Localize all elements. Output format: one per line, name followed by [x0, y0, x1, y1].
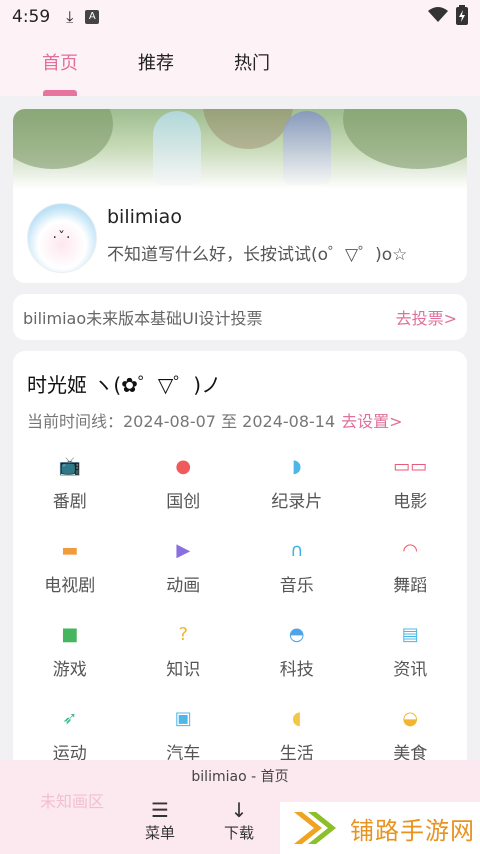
timeline-title: 时光姬 ヽ(✿゜▽゜)ノ	[27, 373, 222, 397]
watermark-logo-icon	[292, 808, 338, 848]
download-button[interactable]: ↓ 下载	[209, 798, 269, 843]
creeper-icon: ■	[61, 623, 79, 645]
whale-icon: ◗	[292, 455, 302, 477]
username: bilimiao	[107, 206, 182, 228]
duck-icon: ◖	[292, 707, 302, 729]
category-item[interactable]: 📺 番剧	[13, 447, 127, 517]
arrow-down-icon: ↓	[230, 798, 248, 822]
category-label: 知识	[166, 660, 201, 680]
play-icon: ▶	[176, 539, 191, 561]
download-label: 下载	[223, 824, 254, 842]
category-item[interactable]: ▭▭ 电影	[354, 447, 468, 517]
category-label: 番剧	[52, 492, 87, 512]
bottom-title: bilimiao - 首页	[191, 769, 289, 785]
tab-recommend[interactable]: 推荐	[108, 34, 204, 96]
category-item[interactable]: ∩ 音乐	[240, 531, 354, 601]
category-item[interactable]: ◒ 美食	[354, 699, 468, 769]
category-item[interactable]: ▤ 资讯	[354, 615, 468, 685]
category-item[interactable]: ◠ 舞蹈	[354, 531, 468, 601]
faded-label: 未知画区	[40, 792, 105, 811]
timeline-range-label: 当前时间线：2024-08-07 至 2024-08-14	[27, 412, 336, 431]
fan-icon: ◠	[402, 539, 419, 561]
category-label: 国创	[166, 492, 201, 512]
runner-icon: ➶	[62, 707, 78, 729]
category-label: 资讯	[393, 660, 428, 680]
tab-home[interactable]: 首页	[12, 34, 108, 96]
watermark: 铺路手游网	[280, 802, 480, 854]
timeline-set-link[interactable]: 去设置>	[341, 412, 402, 431]
ufo-icon: ◓	[288, 623, 305, 645]
sofa-icon: ▬	[61, 539, 79, 561]
car-icon: ▣	[174, 707, 192, 729]
top-tabs: 首页 推荐 热门	[0, 34, 480, 96]
battery-icon	[456, 4, 468, 30]
menu-label: 菜单	[144, 824, 175, 842]
menu-icon: ☰	[151, 798, 169, 822]
category-item[interactable]: ● 国创	[127, 447, 241, 517]
a-notification-icon: A	[85, 10, 100, 24]
menu-button[interactable]: ☰ 菜单	[130, 798, 190, 843]
download-icon: ⤓	[66, 7, 74, 26]
category-label: 电视剧	[44, 576, 96, 596]
category-label: 游戏	[52, 660, 87, 680]
category-item[interactable]: ▶ 动画	[127, 531, 241, 601]
category-label: 音乐	[279, 576, 314, 596]
category-item[interactable]: ▬ 电视剧	[13, 531, 127, 601]
newspaper-icon: ▤	[401, 623, 419, 645]
wifi-icon	[428, 6, 448, 28]
vote-link[interactable]: 去投票>	[396, 305, 457, 329]
headphones-icon: ∩	[290, 539, 304, 561]
peach-icon: ●	[175, 455, 192, 477]
3d-glasses-icon: ▭▭	[393, 455, 428, 477]
category-item[interactable]: ◓ 科技	[240, 615, 354, 685]
category-label: 纪录片	[271, 492, 323, 512]
watermark-text: 铺路手游网	[350, 816, 475, 845]
status-bar: 4:59 ⤓ A	[0, 0, 480, 34]
signature: 不知道写什么好，长按试试(o゜▽゜)o☆	[107, 245, 408, 265]
category-label: 动画	[166, 576, 201, 596]
lightbulb-icon: ?	[178, 623, 189, 645]
category-label: 电影	[393, 492, 428, 512]
avatar[interactable]: ·ˇ·	[27, 203, 97, 273]
vote-text: bilimiao未来版本基础UI设计投票	[23, 309, 263, 328]
category-item[interactable]: ? 知识	[127, 615, 241, 685]
food-icon: ◒	[402, 707, 419, 729]
tv-icon: 📺	[58, 455, 81, 477]
category-item[interactable]: ▣ 汽车	[127, 699, 241, 769]
vote-banner[interactable]: bilimiao未来版本基础UI设计投票 去投票>	[13, 294, 467, 340]
category-item[interactable]: ◖ 生活	[240, 699, 354, 769]
timeline-card: 时光姬 ヽ(✿゜▽゜)ノ 当前时间线：2024-08-07 至 2024-08-…	[13, 351, 467, 771]
category-label: 舞蹈	[393, 576, 428, 596]
timeline-range: 当前时间线：2024-08-07 至 2024-08-14 去设置>	[27, 408, 403, 432]
category-item[interactable]: ◗ 纪录片	[240, 447, 354, 517]
category-label: 科技	[279, 660, 314, 680]
category-item[interactable]: ■ 游戏	[13, 615, 127, 685]
status-time: 4:59	[12, 7, 51, 27]
category-grid: 📺 番剧 ● 国创 ◗ 纪录片 ▭▭ 电影 ▬ 电视剧 ▶ 动画 ∩ 音乐 ◠ 舞蹈 ■ 游戏? 知识 ◓ 科技 ▤ 资讯 ➶…	[13, 447, 467, 769]
tab-popular[interactable]: 热门	[204, 34, 300, 96]
category-item[interactable]: ➶ 运动	[13, 699, 127, 769]
profile-card[interactable]: ·ˇ· bilimiao 不知道写什么好，长按试试(o゜▽゜)o☆	[13, 109, 467, 283]
profile-banner	[13, 109, 467, 189]
